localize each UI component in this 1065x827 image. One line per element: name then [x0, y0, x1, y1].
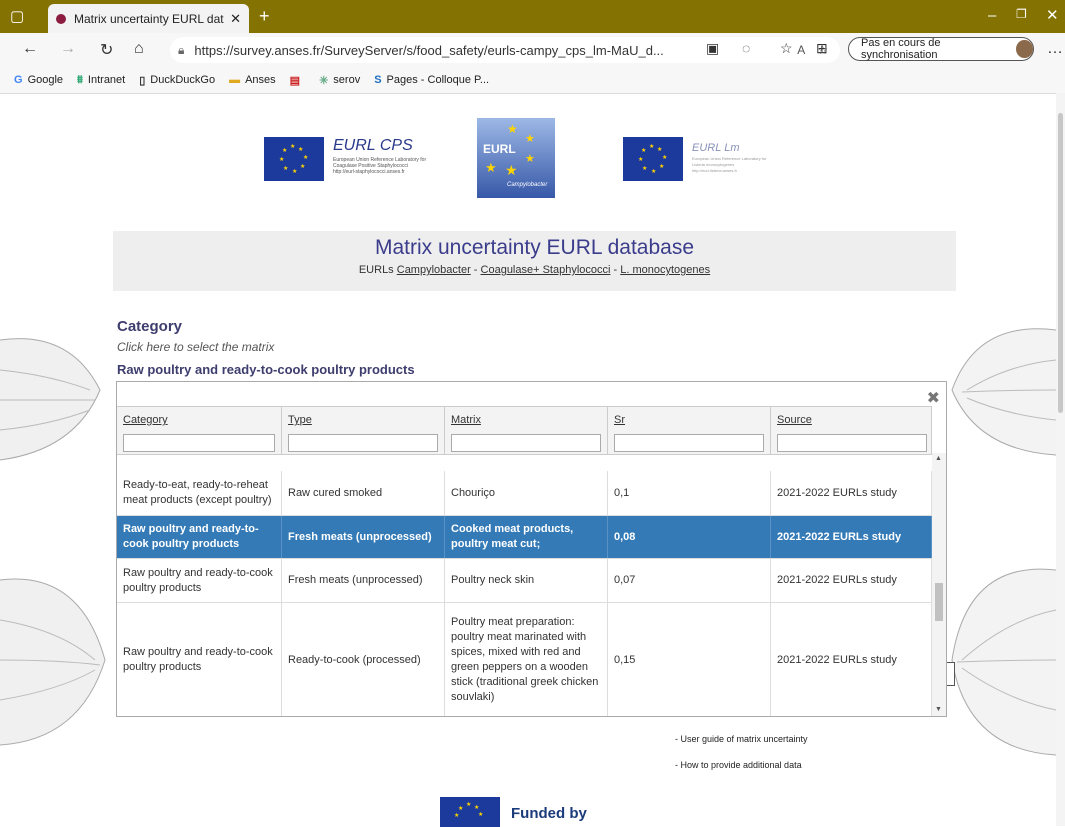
minimize-icon[interactable]: – [988, 7, 996, 24]
collections-icon[interactable]: ▣ [706, 40, 719, 57]
campylobacter-link[interactable]: Campylobacter [397, 264, 471, 276]
bookmark-serov[interactable]: ✳ serov [319, 74, 360, 87]
serov-icon: ✳ [319, 74, 329, 87]
table-row[interactable]: Ready-to-eat, ready-to-reheat meat produ… [117, 471, 932, 516]
listeria-link[interactable]: L. monocytogenes [620, 264, 710, 276]
selected-category[interactable]: Raw poultry and ready-to-cook poultry pr… [117, 362, 415, 377]
site-favicon-icon [56, 13, 66, 24]
cps-title: EURL CPS [333, 137, 413, 154]
pdf-icon: ▤ [289, 74, 301, 87]
bookmark-duckduckgo[interactable]: ▯ DuckDuckGo [139, 74, 215, 87]
new-tab-icon[interactable]: + [259, 6, 270, 27]
column-category[interactable]: Category [117, 407, 282, 454]
grid-header: Category Type Matrix Sr Source [117, 406, 932, 455]
bookmark-anses[interactable]: ▬ Anses [229, 74, 276, 86]
close-tab-icon[interactable]: ✕ [230, 11, 241, 27]
sync-label: Pas en cours de synchronisation [861, 37, 941, 61]
filter-matrix-input[interactable] [451, 434, 601, 452]
close-grid-icon[interactable]: ✖ [927, 388, 940, 408]
page-header: Matrix uncertainty EURL database EURLs C… [113, 231, 956, 291]
staphylococci-link[interactable]: Coagulase+ Staphylococci [481, 264, 611, 276]
bookmark-google[interactable]: G Google [14, 74, 63, 86]
column-matrix[interactable]: Matrix [445, 407, 608, 454]
lm-subtitle: European Union Reference Laboratory for … [692, 156, 767, 173]
cps-subtitle: European Union Reference Laboratory for … [333, 157, 427, 175]
star-icon: ★ [507, 122, 518, 136]
category-heading: Category [117, 318, 183, 335]
filter-type-input[interactable] [288, 434, 438, 452]
provide-data-link[interactable]: - How to provide additional data [675, 760, 802, 770]
table-row[interactable]: Raw poultry and ready-to-cook poultry pr… [117, 603, 932, 716]
scroll-up-icon[interactable]: ▲ [935, 455, 942, 462]
lm-title: EURL Lm [692, 142, 740, 154]
bookmark-pages[interactable]: S Pages - Colloque P... [374, 74, 489, 86]
matrix-grid-popup: ✖ Category Type Matrix Sr Source Ready-t… [116, 381, 947, 717]
leaf-decoration-icon [951, 328, 1056, 456]
page-subtitle: EURLs Campylobacter - Coagulase+ Staphyl… [358, 264, 711, 276]
star-icon: ★ [525, 133, 535, 145]
lock-icon: 🔒︎ [178, 42, 185, 57]
sync-button[interactable]: Pas en cours de synchronisation [848, 37, 1034, 61]
page-scrollbar[interactable] [1056, 93, 1065, 826]
page-icon: ▯ [139, 74, 146, 87]
column-sr[interactable]: Sr [608, 407, 771, 454]
home-icon[interactable]: ⌂ [134, 40, 144, 58]
tab-title: Matrix uncertainty EURL databas [74, 11, 224, 26]
table-row[interactable]: Raw poultry and ready-to-cook poultry pr… [117, 559, 932, 603]
page-title: Matrix uncertainty EURL database [374, 236, 695, 259]
bookmarks-bar: G Google ⩩ Intranet ▯ DuckDuckGo ▬ Anses ▤ ✳… [0, 67, 1065, 94]
column-source[interactable]: Source [771, 407, 932, 454]
close-window-icon[interactable]: ✕ [1046, 6, 1059, 24]
filter-category-input[interactable] [123, 434, 275, 452]
read-aloud-icon[interactable]: A [797, 43, 805, 57]
refresh-icon[interactable]: ↻ [100, 40, 113, 60]
leaf-decoration-icon [0, 338, 101, 461]
column-type[interactable]: Type [282, 407, 445, 454]
restore-icon[interactable]: ❐ [1016, 7, 1027, 21]
grid-scrollbar[interactable]: ▲ ▼ [932, 453, 946, 716]
favorites-bar-icon[interactable]: ☆ [780, 40, 793, 57]
leaf-decoration-icon [951, 568, 1056, 756]
sharepoint-icon: S [374, 74, 382, 86]
browser-tab[interactable]: Matrix uncertainty EURL databas ✕ [48, 4, 249, 33]
folder-icon: ▬ [229, 74, 241, 86]
collections-add-icon[interactable]: ⊞ [816, 40, 828, 57]
star-icon: ★ [485, 160, 497, 175]
scroll-down-icon[interactable]: ▼ [935, 706, 942, 713]
filter-source-input[interactable] [777, 434, 927, 452]
back-icon[interactable]: ← [22, 40, 38, 58]
forward-icon[interactable]: → [60, 40, 76, 58]
bookmark-pdf[interactable]: ▤ [290, 74, 305, 87]
user-guide-link[interactable]: - User guide of matrix uncertainty [675, 734, 808, 744]
leaf-decoration-icon [0, 578, 106, 746]
tab-actions-icon[interactable]: ▢ [10, 7, 24, 25]
anses-icon: ⩩ [77, 73, 83, 86]
table-row-selected[interactable]: Raw poultry and ready-to-cook poultry pr… [117, 516, 932, 559]
address-bar[interactable]: 🔒︎ https://survey.anses.fr/SurveyServer/… [170, 37, 840, 63]
avatar [1016, 40, 1033, 58]
filter-sr-input[interactable] [614, 434, 764, 452]
star-icon: ★ [505, 162, 518, 178]
campylobacter-logo: EURL ★ ★ ★ ★ ★ Campylobacter [477, 118, 555, 198]
google-icon: G [14, 74, 23, 86]
funded-by-text: Funded by [511, 805, 587, 822]
category-hint[interactable]: Click here to select the matrix [117, 340, 274, 354]
grid-scrollbar-thumb[interactable] [935, 583, 943, 621]
more-icon[interactable]: … [1047, 40, 1063, 58]
eu-flag-cps: ★ ★ ★ ★ ★ ★ ★ ★ [264, 137, 324, 181]
star-icon: ★ [525, 153, 535, 165]
extensions-icon[interactable]: ◌ [742, 40, 750, 56]
bookmark-intranet[interactable]: ⩩ Intranet [77, 74, 125, 87]
eu-flag-lm: ★ ★ ★ ★ ★ ★ ★ ★ [623, 137, 683, 181]
